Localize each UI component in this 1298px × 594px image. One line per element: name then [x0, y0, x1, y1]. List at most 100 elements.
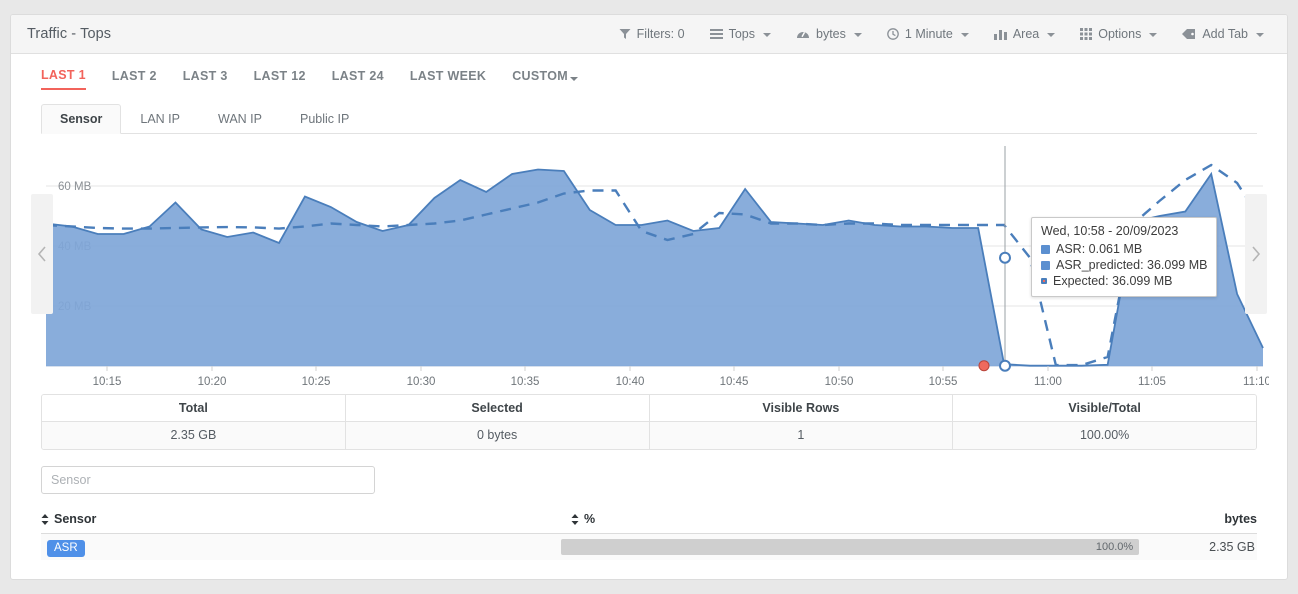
- chevron-left-icon: [37, 246, 46, 262]
- stat-card-header: Total: [42, 395, 345, 422]
- tooltip-series-label: ASR_predicted: 36.099 MB: [1056, 258, 1208, 272]
- stat-card-value: 100.00%: [953, 422, 1256, 449]
- stat-card-header: Visible Rows: [649, 395, 953, 422]
- expected-point-marker[interactable]: [978, 360, 990, 372]
- range-tab-last-2[interactable]: LAST 2: [112, 69, 157, 89]
- x-axis-tick-label: 11:10: [1243, 376, 1269, 386]
- hover-point-marker[interactable]: [999, 251, 1011, 264]
- tooltip-series-row: ASR_predicted: 36.099 MB: [1041, 257, 1207, 273]
- x-axis-tick-label: 10:45: [720, 376, 749, 386]
- x-axis-tick-label: 10:55: [929, 376, 958, 386]
- legend-swatch-icon: [1041, 260, 1050, 270]
- table-cell-sensor: ASR: [41, 538, 561, 557]
- chart-next-button[interactable]: [1245, 194, 1267, 314]
- range-tab-label: LAST WEEK: [409, 69, 487, 83]
- table-header-row: Sensor% bytes: [41, 512, 1257, 534]
- range-tab-last-3[interactable]: LAST 3: [183, 69, 228, 89]
- table-cell-bytes: 2.35 GB: [1209, 540, 1255, 554]
- toolbar-filters-button[interactable]: Filters: 0: [610, 23, 694, 45]
- percent-bar: 100.0%: [561, 539, 1140, 555]
- table-cell-percent: 100.0%: [561, 539, 1140, 555]
- toolbar-interval-label: 1 Minute: [904, 27, 953, 41]
- y-axis-tick-label: 60 MB: [58, 181, 92, 193]
- chevron-down-icon: [1256, 33, 1264, 37]
- bar-chart-icon: [993, 28, 1007, 40]
- range-tab-last-12[interactable]: LAST 12: [254, 69, 306, 89]
- toolbar-charttype-button[interactable]: Area: [985, 23, 1064, 45]
- stat-card-header: Selected: [345, 395, 649, 422]
- range-tab-label: LAST 1: [41, 68, 86, 82]
- tag-icon: [1182, 28, 1196, 40]
- gauge-icon: [796, 28, 810, 40]
- x-axis-tick-label: 10:50: [825, 376, 854, 386]
- tooltip-series-row: ASR: 0.061 MB: [1041, 241, 1207, 257]
- tab-lan-ip[interactable]: LAN IP: [121, 104, 199, 134]
- range-tab-label: LAST 24: [331, 69, 384, 83]
- toolbar-charttype-label: Area: [1012, 27, 1040, 41]
- tooltip-series-label: ASR: 0.061 MB: [1056, 242, 1143, 256]
- traffic-chart[interactable]: 20 MB40 MB60 MB10:1510:2010:2510:3010:35…: [31, 146, 1269, 386]
- x-axis-tick-label: 10:30: [407, 376, 436, 386]
- sort-icon: [571, 513, 579, 525]
- range-tab-last-1[interactable]: LAST 1: [41, 68, 86, 90]
- table-header-pct[interactable]: %: [571, 512, 1137, 526]
- tab-sensor[interactable]: Sensor: [41, 104, 122, 134]
- chevron-down-icon: [1047, 33, 1056, 37]
- toolbar-bytes-button[interactable]: bytes: [787, 23, 871, 45]
- panel-header: Traffic - Tops Filters: 0 Tops bytes 1 Minu…: [11, 15, 1287, 54]
- page-title: Traffic - Tops: [27, 26, 112, 42]
- x-axis-tick-label: 10:20: [198, 376, 227, 386]
- table-header-label: bytes: [1224, 512, 1257, 526]
- toolbar-filters-label: Filters: 0: [636, 27, 685, 41]
- toolbar-interval-button[interactable]: 1 Minute: [878, 23, 978, 45]
- range-tab-label: CUSTOM: [512, 69, 568, 83]
- chart-tooltip: Wed, 10:58 - 20/09/2023 ASR: 0.061 MB ASR…: [1031, 217, 1218, 297]
- layers-icon: [709, 28, 723, 40]
- x-axis-tick-label: 10:40: [616, 376, 645, 386]
- chart-prev-button[interactable]: [31, 194, 53, 314]
- toolbar-tops-label: Tops: [728, 27, 755, 41]
- tab-wan-ip[interactable]: WAN IP: [199, 104, 281, 134]
- tab-public-ip[interactable]: Public IP: [281, 104, 368, 134]
- tooltip-series-row: Expected: 36.099 MB: [1041, 273, 1207, 289]
- x-axis-tick-label: 11:05: [1138, 376, 1166, 386]
- legend-swatch-icon: [1041, 244, 1050, 254]
- table-body: ASR 100.0% 2.35 GB: [41, 534, 1257, 560]
- chevron-down-icon: [853, 33, 862, 37]
- table-header-sensor[interactable]: Sensor: [41, 512, 571, 526]
- table-header-label: %: [584, 512, 596, 526]
- tooltip-title: Wed, 10:58 - 20/09/2023: [1041, 224, 1179, 238]
- sensor-tag[interactable]: ASR: [47, 539, 85, 557]
- stat-card-value: 1: [649, 422, 953, 449]
- x-axis-tick-label: 10:25: [302, 376, 331, 386]
- percent-bar-label: 100.0%: [1095, 541, 1134, 553]
- toolbar-options-label: Options: [1098, 27, 1142, 41]
- chevron-down-icon: [1149, 33, 1158, 37]
- sort-icon: [41, 513, 49, 525]
- stat-card-value: 2.35 GB: [42, 422, 345, 449]
- toolbar-tops-button[interactable]: Tops: [701, 23, 780, 45]
- range-tab-last-week[interactable]: LAST WEEK: [410, 69, 486, 89]
- chevron-down-icon: [569, 77, 578, 81]
- toolbar-options-button[interactable]: Options: [1071, 23, 1166, 45]
- traffic-tops-panel: Traffic - Tops Filters: 0 Tops bytes 1 Minu…: [10, 14, 1288, 580]
- x-axis-tick-label: 11:00: [1034, 376, 1062, 386]
- range-tab-label: LAST 2: [111, 69, 157, 83]
- toolbar-bytes-label: bytes: [816, 27, 846, 41]
- search-row: [41, 466, 1257, 494]
- toolbar-addtab-button[interactable]: Add Tab: [1173, 23, 1273, 45]
- range-tab-label: LAST 3: [182, 69, 228, 83]
- table-header-label: Sensor: [54, 512, 97, 526]
- chevron-down-icon: [763, 33, 771, 37]
- app-root: Traffic - Tops Filters: 0 Tops bytes 1 Minu…: [0, 0, 1298, 594]
- x-axis-tick-label: 10:35: [511, 376, 540, 386]
- range-tab-last-24[interactable]: LAST 24: [332, 69, 384, 89]
- sensor-table: Sensor% bytes ASR 100.0% 2.35 GB: [41, 512, 1257, 560]
- range-tab-custom[interactable]: CUSTOM: [512, 69, 578, 89]
- table-row[interactable]: ASR 100.0% 2.35 GB: [41, 534, 1257, 560]
- tooltip-rows: ASR: 0.061 MB ASR_predicted: 36.099 MB Exp…: [1041, 241, 1207, 289]
- hover-point-marker[interactable]: [999, 359, 1011, 372]
- toolbar-addtab-label: Add Tab: [1202, 27, 1248, 41]
- stat-card-header: Visible/Total: [953, 395, 1256, 422]
- search-input[interactable]: [41, 466, 375, 494]
